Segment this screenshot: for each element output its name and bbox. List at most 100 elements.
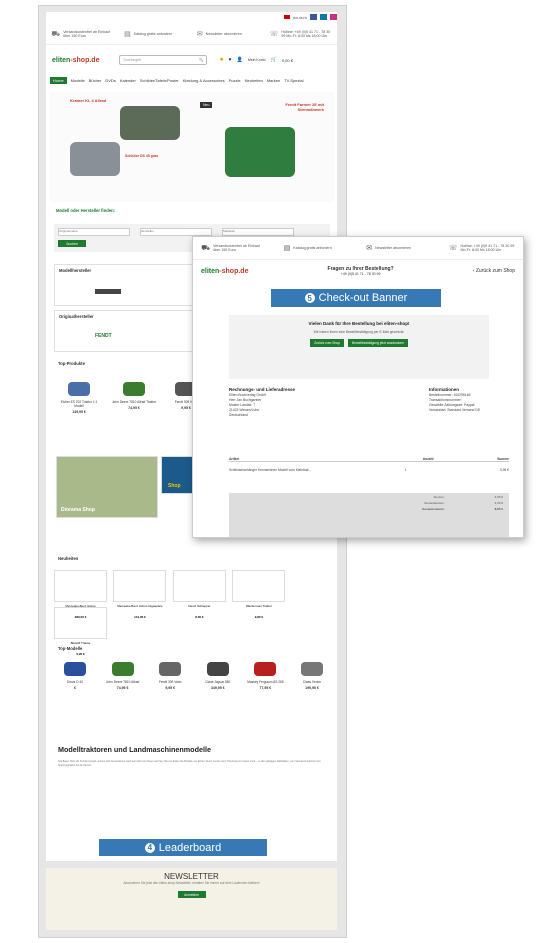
checkout-phone: +49 (0)5 41 71 - 78 30 99 <box>340 272 381 276</box>
tractor-icon <box>68 382 90 396</box>
tractor-icon <box>254 662 277 676</box>
tractor-icon <box>123 382 145 396</box>
phone-icon: ☏ <box>448 245 458 252</box>
hero-caption: Schlüter DS 45 grau <box>125 154 159 158</box>
newsletter-subscribe-button[interactable]: Anmelden <box>177 891 206 898</box>
section-title: Top-Produkte <box>58 361 85 366</box>
hero-left-caption: Kramer KL 4 Allrad <box>70 98 107 103</box>
phone-icon: ☏ <box>269 31 279 38</box>
main-nav: Home Modelle Bücher DVDs Kalender Schild… <box>50 75 336 85</box>
print-confirmation-button[interactable]: Bestellbestätigung jetzt ausdrucken <box>347 339 408 347</box>
search-submit-button[interactable]: Suchen <box>58 240 86 247</box>
tractor-icon <box>300 662 323 676</box>
product-card[interactable]: Claas Jaguar 850 349,95 € <box>197 658 239 690</box>
article-title: Modelltraktoren und Landmaschinenmodelle <box>58 745 211 754</box>
product-card[interactable]: Claas Xerion 199,95 € <box>292 658 332 690</box>
label-number: 5 <box>304 293 315 303</box>
nav-item[interactable]: Schilder/Tafeln/Poster <box>140 78 179 83</box>
product-card[interactable]: Mercedes-Benz Actros 289,00 € <box>54 570 107 619</box>
service-item[interactable]: ⛟ Versandkostenfrei ab Einkauf über 150 E… <box>51 30 113 39</box>
tractor-icon <box>70 142 120 176</box>
section-title: Originalhersteller <box>59 314 94 319</box>
product-card[interactable]: Fendt 309 Vario 9,95 € <box>149 658 191 690</box>
account-icon[interactable]: 👤 <box>237 57 243 63</box>
nav-item[interactable]: Bücher <box>89 78 102 83</box>
site-header: eliten-shop.de Suchbegriff 🔍 ✹ ♥ 👤 Mein K… <box>46 48 337 72</box>
back-to-shop-button[interactable]: Zurück zum Shop <box>310 339 344 347</box>
model-finder-title: Modell oder Hersteller finden: <box>56 208 116 213</box>
section-title: Top-Modelle <box>58 646 83 651</box>
thanks-subtitle: Wir haben Ihnen eine Bestellbestätigung … <box>313 330 405 334</box>
mail-icon: ✉ <box>196 31 203 38</box>
newsletter-subtitle: Abonnieren Sie jetzt den eliten-shop New… <box>123 881 260 885</box>
package-icon: ▤ <box>283 245 291 252</box>
label-number: 4 <box>144 842 155 853</box>
search-icon[interactable]: 🔍 <box>199 58 203 62</box>
nav-item[interactable]: DVDs <box>105 78 115 83</box>
product-card[interactable]: Wackerman Traktor 9,80 € <box>232 570 286 619</box>
top-models-row: Deutz D 40 € John Deere 7810 Allrad 74,95 … <box>54 658 332 690</box>
nav-item[interactable]: Neuheiten <box>245 78 263 83</box>
brand-logo[interactable] <box>95 289 121 294</box>
product-card[interactable]: Deutz D 40 € <box>54 658 96 690</box>
tractor-icon <box>111 662 134 676</box>
order-item-row: Schlüsselanhänger Kennzeichen Modell vom… <box>229 468 509 472</box>
cart-icon[interactable]: 🛒 <box>271 57 277 63</box>
fendt-logo[interactable]: FENDT <box>95 333 112 339</box>
mail-icon: ✉ <box>366 245 373 252</box>
linkedin-icon[interactable] <box>320 14 327 20</box>
logo[interactable]: eliten-shop.de <box>201 268 248 275</box>
newsletter-section: NEWSLETTER Abonnieren Sie jetzt den elit… <box>46 868 337 930</box>
service-bar: ⛟ Versandkostenfrei ab Einkauf über 150 E… <box>46 24 337 45</box>
tractor-icon <box>225 127 295 177</box>
service-item[interactable]: ▤ Katalog gratis anfordern <box>124 30 186 38</box>
product-card[interactable]: Eicher ES 202 Traktor 1:1 Modell 149,95 … <box>56 378 102 414</box>
nav-item[interactable]: Kalender <box>120 78 136 83</box>
logo[interactable]: eliten-shop.de <box>52 57 99 64</box>
nav-item[interactable]: Modelle <box>71 78 85 83</box>
billing-address: Rechnungs- und Lieferadresse Eliten Buch… <box>229 387 296 417</box>
language-select[interactable]: deutsch <box>293 15 307 20</box>
checkout-header: eliten-shop.de Fragen zu Ihrer Bestellun… <box>193 260 523 282</box>
nav-item[interactable]: TV-Spezial <box>284 78 303 83</box>
diorama-banner[interactable]: Diorama Shop <box>56 456 158 518</box>
product-card[interactable]: Bleistift Traktor 9,95 € <box>54 607 107 656</box>
top-utility-bar: deutsch <box>46 12 337 22</box>
product-card[interactable]: Deutz Schlepper 8,00 € <box>172 570 226 619</box>
top-products-row: Eicher ES 202 Traktor 1:1 Modell 149,95 … <box>56 378 206 414</box>
hero-badge: Neu <box>200 102 213 108</box>
section-title: Neuheiten <box>58 556 79 561</box>
cart-total[interactable]: 0,00 € <box>282 58 293 63</box>
search-input[interactable]: Suchbegriff 🔍 <box>119 55 208 65</box>
nav-item[interactable]: Marken <box>267 78 280 83</box>
filter-select[interactable]: Maßstab <box>222 228 294 236</box>
service-item[interactable]: ✉ Newsletter abonnieren <box>197 30 259 38</box>
original-makers-box: Originalhersteller FENDT <box>54 310 206 352</box>
checkout-page: ⛟ Versandkostenfrei ab Einkauf über 150 E… <box>192 236 524 538</box>
model-makers-box: Modellhersteller <box>54 264 206 306</box>
nav-item[interactable]: Puzzle <box>229 78 241 83</box>
filter-select[interactable]: Originalmarke <box>58 228 130 236</box>
wishlist-icon[interactable]: ♥ <box>229 57 232 63</box>
flag-icon <box>283 15 290 19</box>
nav-item[interactable]: Kleidung & Accessoires <box>183 78 225 83</box>
product-card[interactable]: Mercedes-Benz Actros Gigaspace 144,95 € <box>113 570 167 619</box>
back-to-shop-link[interactable]: ‹ Zurück zum Shop <box>473 268 515 274</box>
new-items-row: Mercedes-Benz Actros 289,00 € Mercedes-Be… <box>54 570 332 656</box>
product-card[interactable]: John Deere 7810 Allrad 74,95 € <box>102 658 144 690</box>
service-item[interactable]: ☏ Hotline: +49 (0)5 41 71 - 78 30 99 Mo-F… <box>270 30 332 38</box>
checkout-banner-label: 5 Check-out Banner <box>271 289 441 307</box>
instagram-icon[interactable] <box>330 14 337 20</box>
product-card[interactable]: Massey Ferguson 8S.265 77,95 € <box>244 658 286 690</box>
product-card[interactable]: John Deere 7810 Allrad Traktor 74,95 € <box>111 378 157 414</box>
nav-home[interactable]: Home <box>50 76 67 84</box>
facebook-icon[interactable] <box>310 14 317 20</box>
account-label[interactable]: Mein Konto <box>248 58 266 62</box>
tractor-icon <box>64 662 86 676</box>
hero-banner[interactable]: Kramer KL 4 Allrad Neu Fendt Farmer 2E m… <box>50 92 334 202</box>
service-bar: ⛟ Versandkostenfrei ab Einkauf über 150 E… <box>193 237 523 260</box>
tractor-icon <box>120 106 180 140</box>
article-body: Seit Bauer Hans die Scholle bestellt, se… <box>58 760 321 767</box>
sun-icon: ✹ <box>219 57 224 63</box>
filter-select[interactable]: Hersteller <box>140 228 212 236</box>
